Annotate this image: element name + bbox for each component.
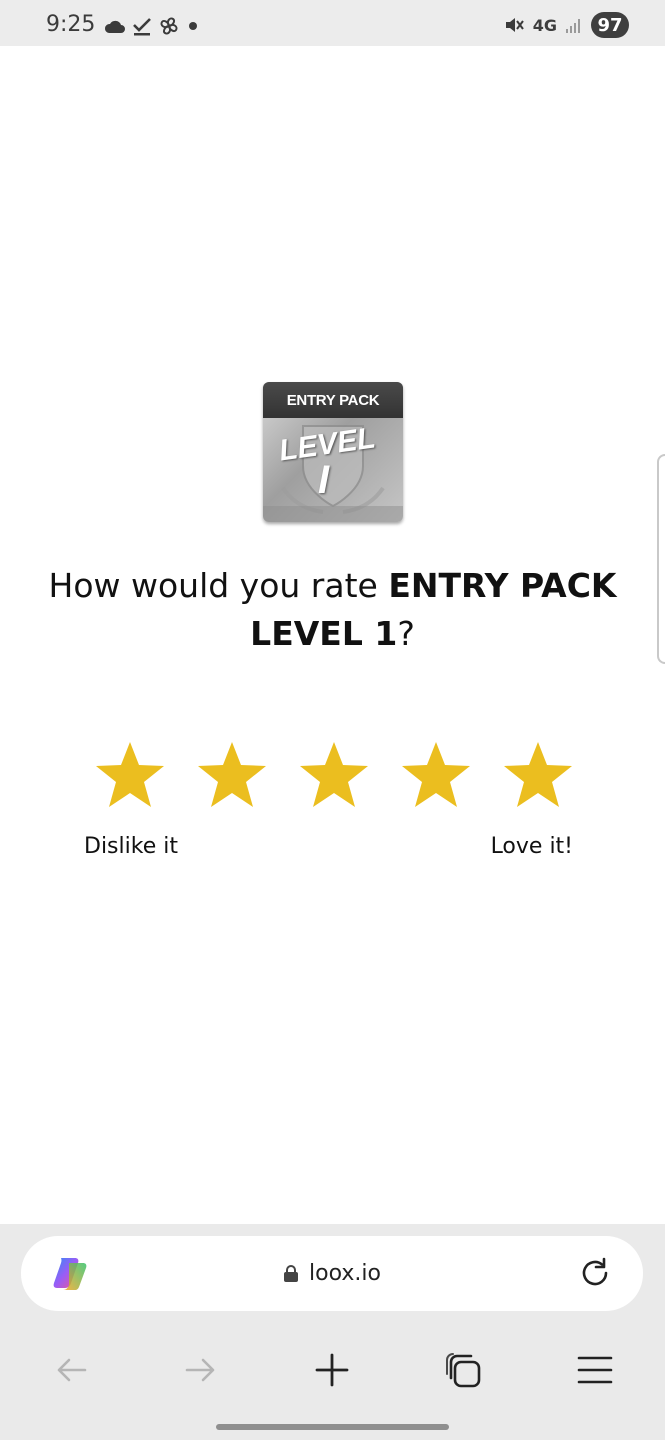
- address-bar[interactable]: loox.io: [21, 1236, 643, 1311]
- question-suffix: ?: [397, 614, 415, 653]
- status-system-icons: 4G 97: [503, 12, 629, 38]
- status-bar: 9:25 4G 97: [0, 0, 665, 46]
- url-text: loox.io: [309, 1261, 381, 1286]
- signal-icon: [566, 19, 580, 33]
- cloud-icon: [104, 20, 125, 33]
- star-rating: [94, 740, 574, 810]
- browser-nav-row: [0, 1336, 665, 1402]
- badge-top-label: ENTRY PACK: [263, 382, 403, 418]
- edge-panel-handle[interactable]: [657, 454, 665, 664]
- home-indicator[interactable]: [216, 1424, 449, 1430]
- dot-icon: [189, 22, 197, 30]
- pinwheel-icon: [160, 17, 178, 35]
- star-1-icon[interactable]: [94, 740, 166, 810]
- browser-toolbar: loox.io: [0, 1224, 665, 1440]
- question-prefix: How would you rate: [48, 566, 389, 605]
- status-time: 9:25: [46, 12, 96, 37]
- network-label: 4G: [532, 15, 557, 35]
- star-5-icon[interactable]: [502, 740, 574, 810]
- star-2-icon[interactable]: [196, 740, 268, 810]
- lock-icon: [284, 1264, 299, 1282]
- badge-level-number: I: [318, 458, 330, 502]
- reload-icon[interactable]: [577, 1255, 613, 1291]
- rating-label-high: Love it!: [490, 834, 573, 859]
- check-task-icon: [133, 18, 151, 36]
- status-notification-icons: [104, 14, 200, 38]
- star-4-icon[interactable]: [400, 740, 472, 810]
- mute-icon: [505, 18, 524, 32]
- rating-label-low: Dislike it: [84, 834, 178, 859]
- badge-emblem: LEVEL I: [263, 418, 403, 522]
- menu-icon[interactable]: [575, 1350, 615, 1390]
- url-display[interactable]: loox.io: [21, 1236, 643, 1311]
- back-icon[interactable]: [51, 1350, 91, 1390]
- forward-icon[interactable]: [181, 1350, 221, 1390]
- tabs-icon[interactable]: [443, 1350, 483, 1390]
- new-tab-icon[interactable]: [312, 1350, 352, 1390]
- rating-question: How would you rate ENTRY PACK LEVEL 1?: [30, 562, 635, 658]
- product-image: ENTRY PACK LEVEL I: [263, 382, 403, 522]
- star-3-icon[interactable]: [298, 740, 370, 810]
- review-page: ENTRY PACK LEVEL I How would you rate EN…: [0, 46, 665, 1224]
- battery-indicator: 97: [591, 12, 629, 38]
